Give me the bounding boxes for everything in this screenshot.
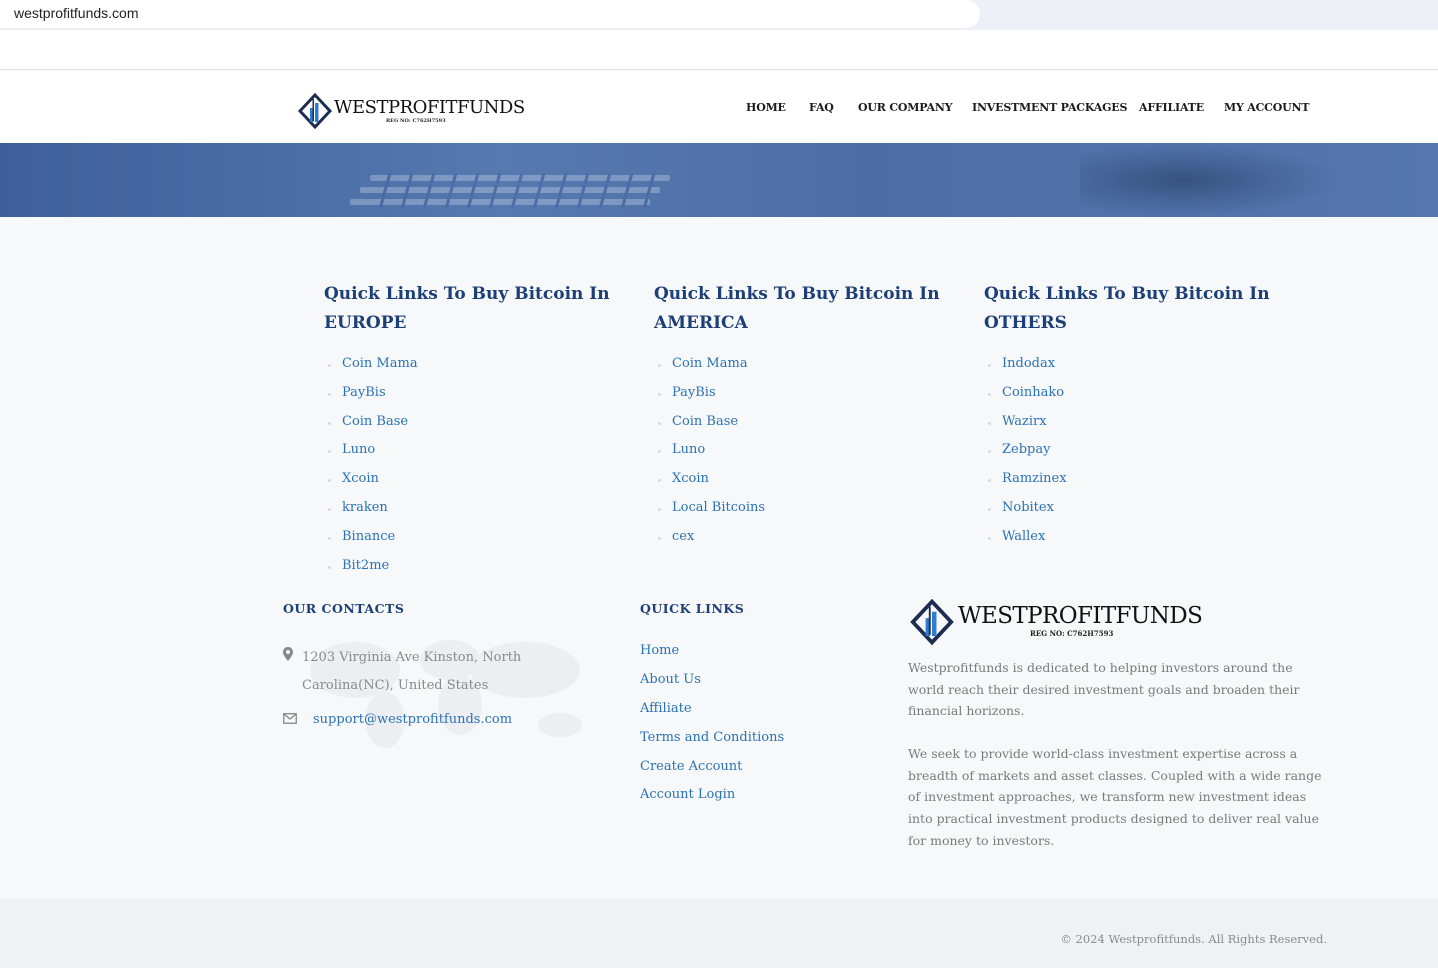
about-paragraph-2: We seek to provide world-class investmen… [908,746,1322,848]
list-item[interactable]: Indodax [984,356,1067,385]
keyboard-image [350,172,670,210]
list-item[interactable]: Binance [324,529,418,558]
footer-link-account-login[interactable]: Account Login [640,787,784,816]
list-item[interactable]: PayBis [654,385,765,414]
header-logo[interactable]: WESTPROFITFUNDS REG NO: C762H7593 [298,93,525,129]
nav-our-company[interactable]: OUR COMPANY [858,101,953,114]
list-item[interactable]: Luno [324,442,418,471]
nav-faq[interactable]: FAQ [809,101,834,114]
contact-email-link[interactable]: support@westprofitfunds.com [313,710,512,730]
list-item[interactable]: Ramzinex [984,471,1067,500]
list-item[interactable]: Wallex [984,529,1067,558]
footer-logo[interactable]: WESTPROFITFUNDS REG NO: C762H7593 [910,599,1210,645]
list-item[interactable]: Wazirx [984,414,1067,443]
site-header: WESTPROFITFUNDS REG NO: C762H7593 HOME F… [0,71,1438,143]
list-item[interactable]: Coin Base [324,414,418,443]
url-field[interactable]: westprofitfunds.com [0,0,980,28]
list-item[interactable]: PayBis [324,385,418,414]
list-item[interactable]: Zebpay [984,442,1067,471]
quick-links-others-title: Quick Links To Buy Bitcoin In OTHERS [984,284,1270,333]
list-item[interactable]: cex [654,529,765,558]
map-pin-icon [283,647,293,661]
footer-link-terms[interactable]: Terms and Conditions [640,730,784,759]
footer-logo-wordmark: WESTPROFITFUNDS [958,603,1203,629]
quick-links-europe-list: Coin Mama PayBis Coin Base Luno Xcoin kr… [324,356,418,586]
nav-affiliate[interactable]: AFFILIATE [1139,101,1204,114]
about-text: Westprofitfunds is dedicated to helping … [908,657,1328,873]
nav-my-account[interactable]: MY ACCOUNT [1224,101,1310,114]
envelope-icon [283,713,297,724]
quick-links-america-title: Quick Links To Buy Bitcoin In AMERICA [654,284,940,333]
footer-bottom-bar: © 2024 Westprofitfunds. All Rights Reser… [0,899,1438,968]
quick-links-others-list: Indodax Coinhako Wazirx Zebpay Ramzinex … [984,356,1067,558]
list-item[interactable]: Coin Base [654,414,765,443]
footer-link-home[interactable]: Home [640,643,784,672]
footer-quick-links-list: Home About Us Affiliate Terms and Condit… [640,643,784,816]
list-item[interactable]: Nobitex [984,500,1067,529]
quick-links-america-list: Coin Mama PayBis Coin Base Luno Xcoin Lo… [654,356,765,558]
logo-wordmark: WESTPROFITFUNDS [334,97,525,118]
list-item[interactable]: Coinhako [984,385,1067,414]
hero-shadow [1080,143,1340,217]
url-text: westprofitfunds.com [14,5,139,21]
list-item[interactable]: Xcoin [324,471,418,500]
contact-address: 1203 Virginia Ave Kinston, North Carolin… [283,644,603,700]
nav-home[interactable]: HOME [746,101,786,114]
about-paragraph-1: Westprofitfunds is dedicated to helping … [908,660,1300,719]
quick-links-europe-title: Quick Links To Buy Bitcoin In EUROPE [324,284,610,333]
list-item[interactable]: Coin Mama [324,356,418,385]
list-item[interactable]: kraken [324,500,418,529]
browser-address-bar: westprofitfunds.com [0,0,1438,30]
list-item[interactable]: Luno [654,442,765,471]
footer-quick-links-heading: QUICK LINKS [640,601,745,616]
hero-banner [0,143,1438,217]
logo-diamond-icon [910,599,954,645]
footer-link-create-account[interactable]: Create Account [640,759,784,788]
list-item[interactable]: Coin Mama [654,356,765,385]
list-item[interactable]: Bit2me [324,558,418,587]
contact-address-text: 1203 Virginia Ave Kinston, North Carolin… [302,650,522,693]
nav-investment-packages[interactable]: INVESTMENT PACKAGES [972,101,1127,114]
top-blank-strip [0,30,1438,70]
contacts-heading: OUR CONTACTS [283,601,405,616]
logo-diamond-icon [298,93,332,129]
footer-link-about-us[interactable]: About Us [640,672,784,701]
list-item[interactable]: Local Bitcoins [654,500,765,529]
logo-reg-number: REG NO: C762H7593 [386,118,446,124]
footer-link-affiliate[interactable]: Affiliate [640,701,784,730]
list-item[interactable]: Xcoin [654,471,765,500]
footer-logo-reg-number: REG NO: C762H7593 [1030,629,1114,638]
copyright-text: © 2024 Westprofitfunds. All Rights Reser… [1060,932,1327,946]
